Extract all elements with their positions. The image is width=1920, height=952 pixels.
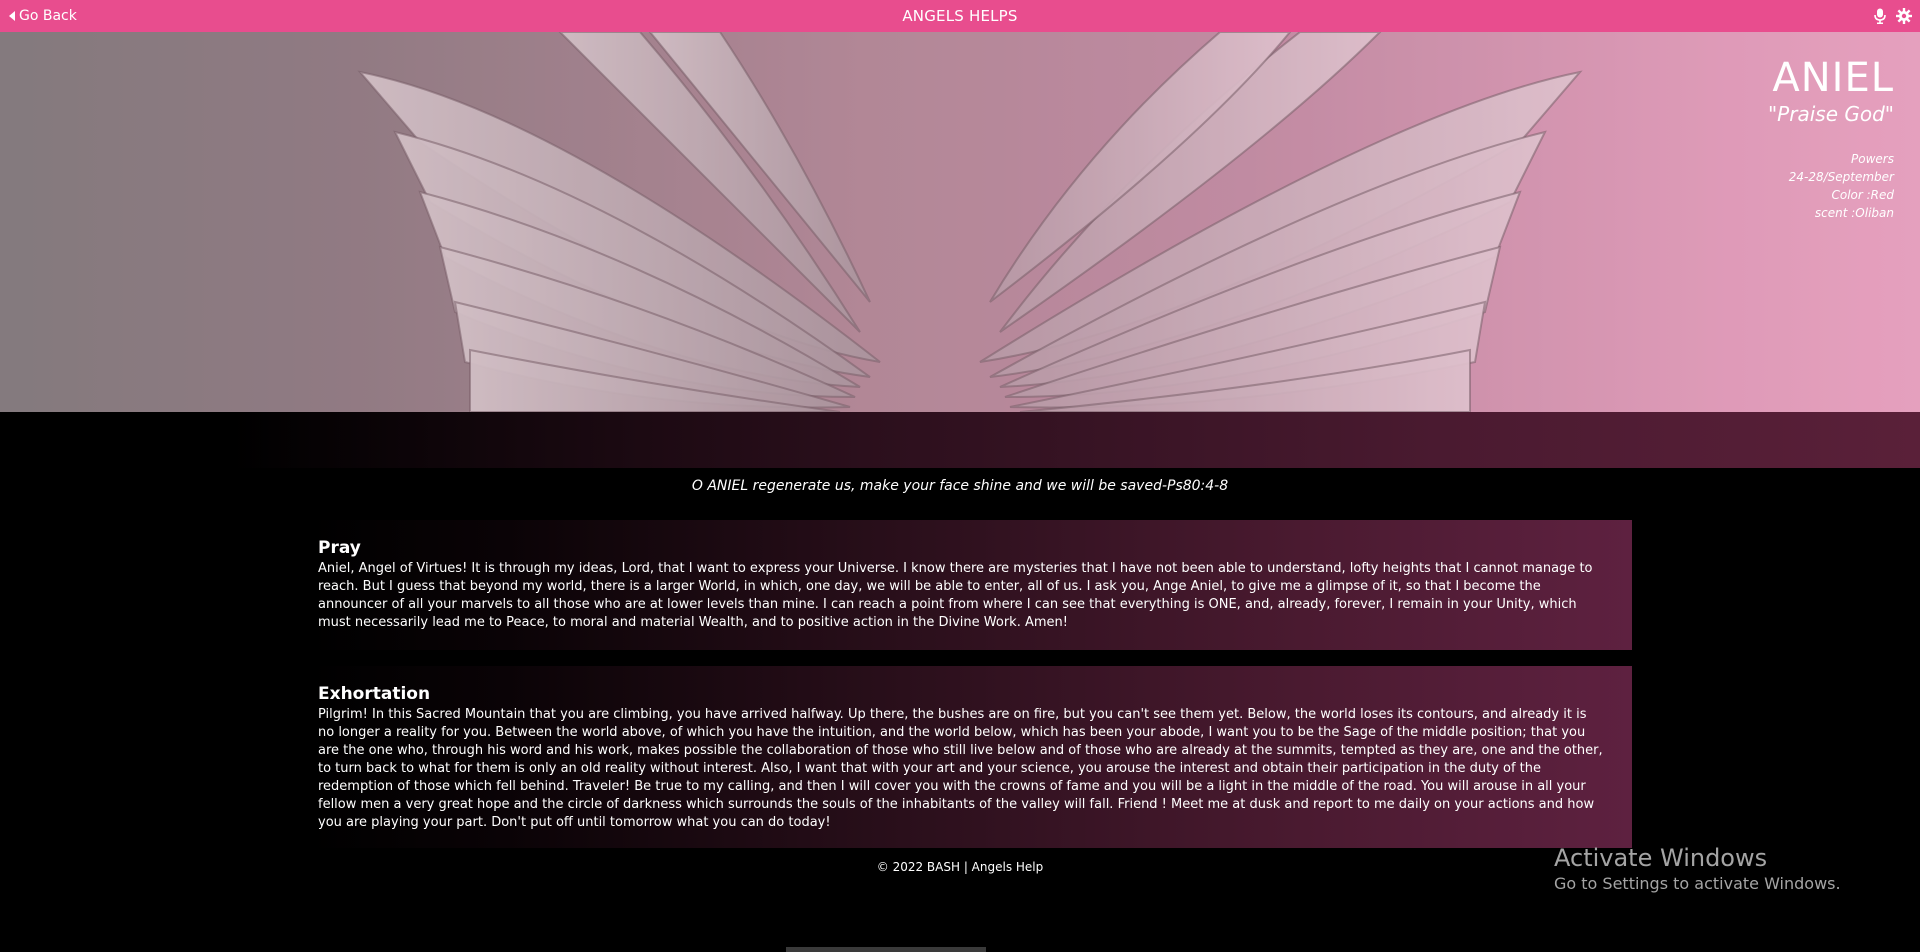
angel-meaning: "Praise God" xyxy=(1767,102,1894,126)
angel-name: ANIEL xyxy=(1772,55,1894,101)
go-back-button[interactable]: Go Back xyxy=(9,0,77,32)
angel-color: Color :Red xyxy=(1831,188,1894,202)
pray-section: Pray Aniel, Angel of Virtues! It is thro… xyxy=(308,520,1632,650)
caret-left-icon xyxy=(9,11,15,21)
angel-details: Powers 24-28/September Color :Red scent … xyxy=(1768,150,1894,222)
activate-windows-title: Activate Windows xyxy=(1554,844,1768,872)
pray-text: Aniel, Angel of Virtues! It is through m… xyxy=(318,561,1593,630)
exhortation-section: Exhortation Pilgrim! In this Sacred Moun… xyxy=(308,666,1632,848)
activate-windows-subtitle: Go to Settings to activate Windows. xyxy=(1554,874,1841,893)
exhortation-title: Exhortation xyxy=(318,684,431,704)
top-bar: Go Back ANGELS HELPS xyxy=(0,0,1920,32)
hero-banner: ANIEL "Praise God" Powers 24-28/Septembe… xyxy=(0,32,1920,412)
angel-choir: Powers xyxy=(1851,152,1894,166)
angel-wings-image xyxy=(0,32,1920,412)
angel-dates: 24-28/September xyxy=(1788,170,1894,184)
activate-windows-watermark: Activate Windows Go to Settings to activ… xyxy=(1554,844,1841,893)
gradient-band xyxy=(0,412,1920,468)
pray-title: Pray xyxy=(318,538,361,558)
angel-scent: scent :Oliban xyxy=(1814,206,1894,220)
page: Go Back ANGELS HELPS ANIEL "Praise God" … xyxy=(0,0,1920,952)
go-back-label: Go Back xyxy=(19,8,77,24)
gear-icon[interactable] xyxy=(1896,8,1912,24)
app-title: ANGELS HELPS xyxy=(902,7,1018,25)
psalm-quote: O ANIEL regenerate us, make your face sh… xyxy=(691,478,1229,494)
top-icons xyxy=(1874,0,1912,32)
angel-info: ANIEL "Praise God" Powers 24-28/Septembe… xyxy=(1768,56,1894,222)
horizontal-scrollbar[interactable] xyxy=(786,947,986,952)
exhortation-text: Pilgrim! In this Sacred Mountain that yo… xyxy=(318,707,1603,830)
microphone-icon[interactable] xyxy=(1874,8,1886,24)
